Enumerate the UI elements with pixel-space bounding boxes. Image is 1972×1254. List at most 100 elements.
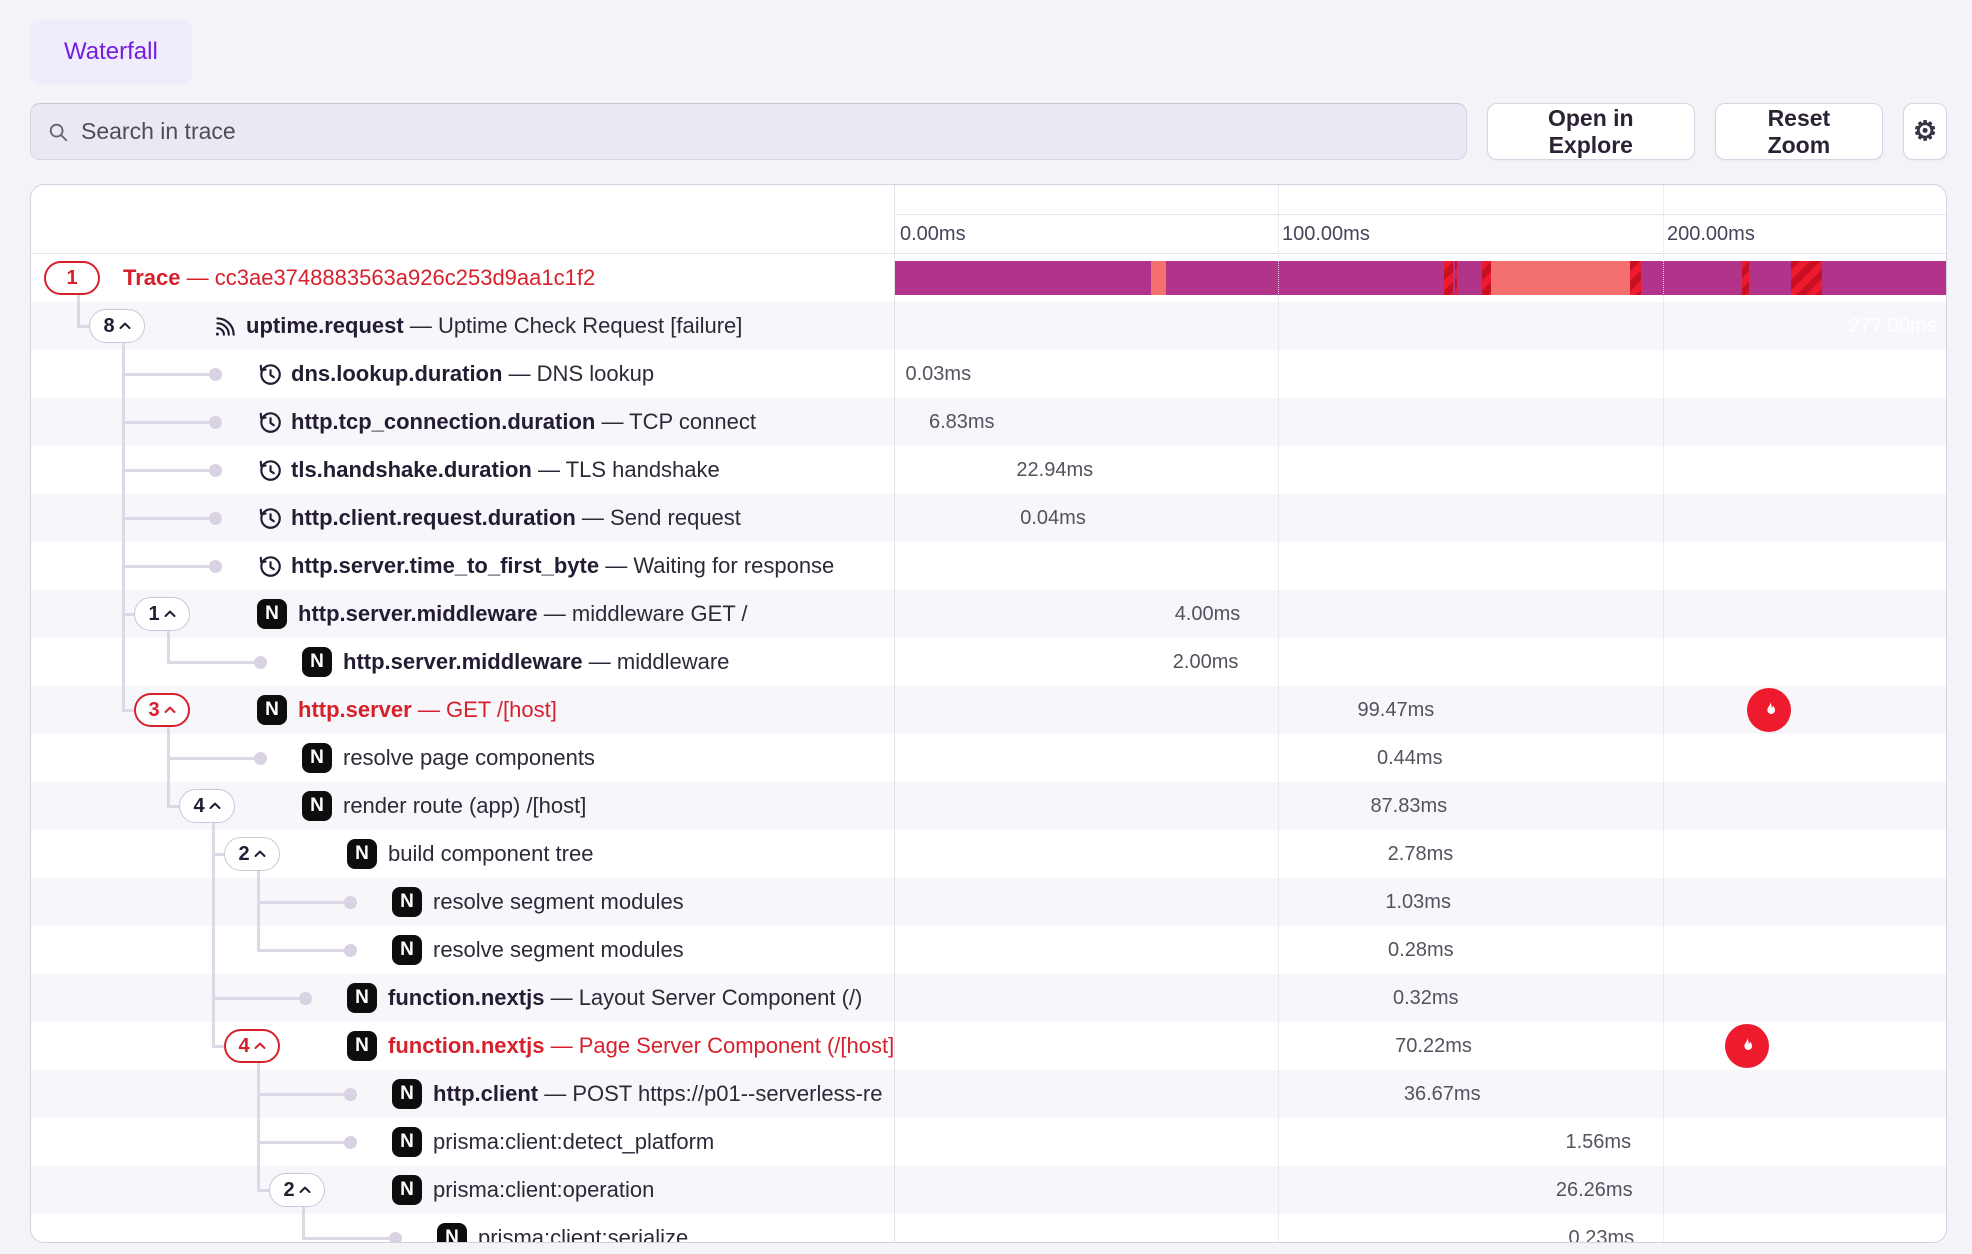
expand-pill[interactable]: 1 <box>44 261 100 295</box>
tree-connector <box>257 871 260 950</box>
open-in-explore-button[interactable]: Open in Explore <box>1487 103 1695 160</box>
tree-dot <box>344 1088 357 1101</box>
span-label[interactable]: http.client.request.duration — Send requ… <box>291 494 894 542</box>
span-label[interactable]: uptime.request — Uptime Check Request [f… <box>246 302 894 350</box>
span-label[interactable]: http.server.middleware — middleware GET … <box>298 590 894 638</box>
span-label[interactable]: tls.handshake.duration — TLS handshake <box>291 446 894 494</box>
tree-connector <box>212 823 215 1046</box>
span-label[interactable]: prisma:client:serialize <box>478 1214 894 1243</box>
tree-dot <box>209 560 222 573</box>
span-label[interactable]: prisma:client:operation <box>433 1166 894 1214</box>
span-label[interactable]: http.server — GET /[host] <box>298 686 894 734</box>
expand-pill[interactable]: 1 <box>134 597 190 631</box>
row-bg <box>31 974 1946 1022</box>
span-bar[interactable] <box>1469 261 1472 295</box>
span-bar[interactable] <box>1644 261 1647 295</box>
span-label[interactable]: prisma:client:detect_platform <box>433 1118 894 1166</box>
tree-connector <box>167 727 170 806</box>
separator: — <box>412 697 446 722</box>
expand-pill[interactable]: 4 <box>224 1029 280 1063</box>
span-bar[interactable] <box>1156 261 1164 295</box>
span-duration: 87.83ms <box>1243 782 1447 830</box>
span-description: DNS lookup <box>537 361 654 386</box>
expand-pill[interactable]: 3 <box>134 693 190 727</box>
span-description: Page Server Component (/[host]) <box>579 1033 894 1058</box>
expand-pill[interactable]: 4 <box>179 789 235 823</box>
span-bar[interactable] <box>894 261 920 295</box>
chevron-up-icon <box>299 1186 311 1194</box>
separator: — <box>595 409 629 434</box>
span-description: TCP connect <box>629 409 756 434</box>
fire-icon <box>1747 688 1791 732</box>
span-label[interactable]: http.server.middleware — middleware <box>343 638 894 686</box>
span-label[interactable]: render route (app) /[host] <box>343 782 894 830</box>
expand-pill[interactable]: 2 <box>224 837 280 871</box>
span-label[interactable]: Trace — cc3ae3748883563a926c253d9aa1c1f2 <box>123 254 894 302</box>
tab-strip: Waterfall <box>0 0 1972 84</box>
tree-connector <box>122 517 215 520</box>
pill-count: 1 <box>66 267 77 290</box>
span-bar[interactable] <box>1453 261 1456 295</box>
span-name: http.server.middleware <box>298 601 538 626</box>
span-label[interactable]: function.nextjs — Page Server Component … <box>388 1022 894 1070</box>
tree-connector <box>257 1189 269 1192</box>
span-label[interactable]: resolve page components <box>343 734 894 782</box>
nextjs-icon: N <box>257 695 287 725</box>
tree-chart-divider[interactable] <box>894 185 895 1242</box>
span-duration: 70.22ms <box>1268 1022 1472 1070</box>
span-label[interactable]: function.nextjs — Layout Server Componen… <box>388 974 894 1022</box>
span-label[interactable]: dns.lookup.duration — DNS lookup <box>291 350 894 398</box>
tree-connector <box>122 469 215 472</box>
trace-waterfall-panel: 0.00ms 100.00ms 200.00ms 1Trace — cc3ae3… <box>30 184 1947 1243</box>
span-duration: 0.04ms <box>1020 494 1086 542</box>
expand-pill[interactable]: 2 <box>269 1173 325 1207</box>
tab-waterfall[interactable]: Waterfall <box>30 20 192 84</box>
separator: — <box>576 505 610 530</box>
search-input[interactable] <box>81 118 1450 145</box>
span-bar[interactable] <box>1464 261 1467 295</box>
span-label[interactable]: resolve segment modules <box>433 926 894 974</box>
search-bar[interactable] <box>30 103 1467 160</box>
clock-icon <box>257 361 283 387</box>
separator: — <box>544 985 578 1010</box>
chevron-up-icon <box>119 322 131 330</box>
span-label[interactable]: http.tcp_connection.duration — TCP conne… <box>291 398 894 446</box>
separator: — <box>538 601 572 626</box>
span-name: http.client <box>433 1081 538 1106</box>
nextjs-icon: N <box>347 983 377 1013</box>
tree-connector <box>122 565 215 568</box>
tree-dot <box>344 1136 357 1149</box>
tree-connector <box>77 295 80 326</box>
span-duration: 0.03ms <box>906 350 972 398</box>
pill-count: 2 <box>238 843 249 866</box>
span-name: http.server.time_to_first_byte <box>291 553 599 578</box>
span-name: function.nextjs <box>388 985 544 1010</box>
expand-pill[interactable]: 8 <box>89 309 145 343</box>
tree-connector <box>212 1045 224 1048</box>
span-label[interactable]: build component tree <box>388 830 894 878</box>
tree-connector <box>212 853 224 856</box>
separator: — <box>404 313 438 338</box>
span-bar[interactable] <box>1491 261 1630 295</box>
nextjs-icon: N <box>302 647 332 677</box>
span-label[interactable]: http.client — POST https://p01--serverle… <box>433 1070 894 1118</box>
span-bar[interactable] <box>920 261 1007 295</box>
span-duration: 0.28ms <box>1250 926 1454 974</box>
tree-connector <box>167 631 170 662</box>
tree-connector <box>167 757 260 760</box>
tree-connector <box>302 1207 305 1238</box>
span-label[interactable]: http.server.time_to_first_byte — Waiting… <box>291 542 894 590</box>
tree-connector <box>77 325 89 328</box>
chevron-up-icon <box>254 850 266 858</box>
span-description: TLS handshake <box>566 457 720 482</box>
settings-button[interactable]: ⚙ <box>1903 103 1947 160</box>
fire-icon <box>1725 1024 1769 1068</box>
separator: — <box>181 265 215 290</box>
tree-dot <box>209 368 222 381</box>
span-bar[interactable] <box>1643 261 1743 295</box>
span-name: resolve segment modules <box>433 889 684 914</box>
span-description: middleware <box>617 649 730 674</box>
span-duration: 2.00ms <box>1173 638 1239 686</box>
reset-zoom-button[interactable]: Reset Zoom <box>1715 103 1884 160</box>
span-label[interactable]: resolve segment modules <box>433 878 894 926</box>
